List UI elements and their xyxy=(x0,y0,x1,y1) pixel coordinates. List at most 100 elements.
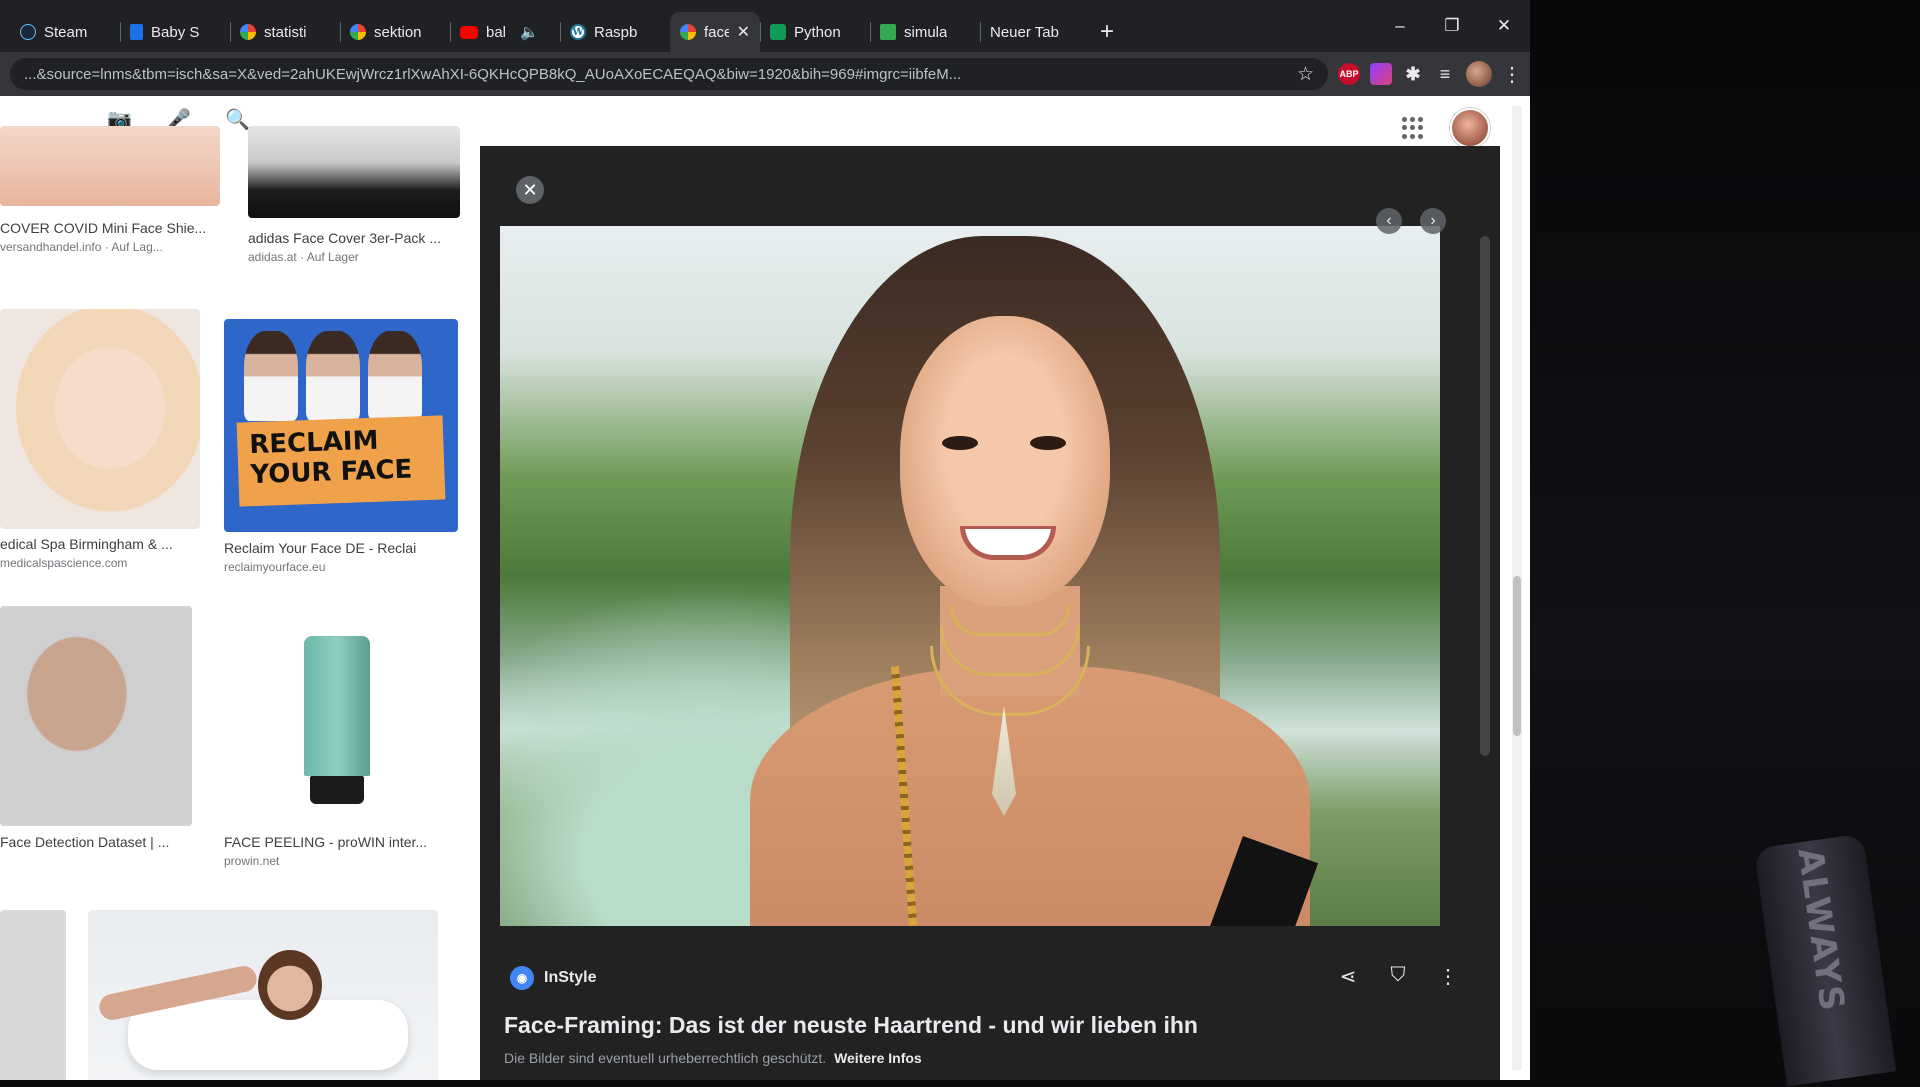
tab-label: Raspb xyxy=(594,23,638,41)
thumbnail-title[interactable]: adidas Face Cover 3er-Pack ... xyxy=(248,230,460,246)
steam-icon xyxy=(20,24,36,40)
adblock-icon[interactable]: ABP xyxy=(1338,63,1360,85)
url-text: ...&source=lnms&tbm=isch&sa=X&ved=2ahUKE… xyxy=(24,65,962,83)
source-name[interactable]: InStyle xyxy=(544,969,596,987)
reclaim-sign: RECLAIM YOUR FACE xyxy=(236,415,446,507)
extension-icon[interactable] xyxy=(1370,63,1392,85)
restore-button[interactable]: ❐ xyxy=(1426,16,1478,36)
thumbnail-face-shield[interactable] xyxy=(0,126,220,206)
bookmark-icon[interactable]: ⛉ xyxy=(1386,964,1410,989)
tab-statistik[interactable]: statisti xyxy=(230,12,340,52)
thumbnail-caption: COVER COVID Mini Face Shie... versandhan… xyxy=(0,220,220,254)
cable-object: ALWAYS xyxy=(1753,833,1897,1087)
google-icon xyxy=(680,24,696,40)
tab-label: face xyxy=(704,23,729,41)
thumbnail-medical-spa[interactable] xyxy=(0,309,200,529)
thumbnail-reclaim-your-face[interactable]: RECLAIM YOUR FACE xyxy=(224,319,458,532)
thumbnail-title[interactable]: COVER COVID Mini Face Shie... xyxy=(0,220,220,236)
tab-label: statisti xyxy=(264,23,307,41)
thumbnail-partial[interactable] xyxy=(0,910,66,1080)
close-icon[interactable]: ✕ xyxy=(516,176,544,204)
speaker-icon: 🔈 xyxy=(520,24,539,41)
sim-icon xyxy=(880,24,896,40)
tab-steam[interactable]: Steam xyxy=(10,12,120,52)
doc-icon xyxy=(130,24,143,40)
tab-simulation[interactable]: simula xyxy=(870,12,980,52)
thumbnail-title[interactable]: FACE PEELING - proWIN inter... xyxy=(224,834,464,850)
thumbnail-title[interactable]: Face Detection Dataset | ... xyxy=(0,834,192,850)
image-preview-panel: ✕ ‹ › ◉ InStyle ⋖ ⛉ ⋮ Face-Framing: Das … xyxy=(480,146,1500,1080)
tab-label: bal xyxy=(486,23,507,41)
thumbnail-caption: adidas Face Cover 3er-Pack ... adidas.at… xyxy=(248,230,460,264)
left-eye xyxy=(942,436,978,450)
share-icon[interactable]: ⋖ xyxy=(1336,964,1360,989)
tab-label: Neuer Tab xyxy=(990,23,1059,41)
tab-baby[interactable]: Baby S xyxy=(120,12,230,52)
thumbnail-source: medicalspascience.com xyxy=(0,556,128,570)
right-eye xyxy=(1030,436,1066,450)
protesters-image xyxy=(244,331,444,421)
scroll-thumb[interactable] xyxy=(1513,576,1521,736)
preview-actions: ⋖ ⛉ ⋮ xyxy=(1336,964,1460,989)
thumbnail-caption: FACE PEELING - proWIN inter... prowin.ne… xyxy=(224,834,464,868)
product-tube xyxy=(304,636,370,776)
tab-youtube[interactable]: bal 🔈 xyxy=(450,12,560,52)
thumbnail-face-peeling[interactable] xyxy=(224,606,458,822)
thumbnail-sleeping-woman[interactable] xyxy=(88,910,438,1080)
globe-icon: ◉ xyxy=(510,966,534,990)
image-title[interactable]: Face-Framing: Das ist der neuste Haartre… xyxy=(504,1012,1198,1039)
thumbnail-source: reclaimyourface.eu xyxy=(224,560,326,574)
page-scrollbar[interactable] xyxy=(1512,106,1522,1070)
address-bar[interactable]: ...&source=lnms&tbm=isch&sa=X&ved=2ahUKE… xyxy=(10,58,1328,90)
head-image xyxy=(258,950,322,1020)
monitor-screen: Steam Baby S statisti sektion bal 🔈 W Rasp… xyxy=(0,0,1530,1080)
google-icon xyxy=(240,24,256,40)
preview-image[interactable] xyxy=(500,226,1440,926)
reclaim-line2: YOUR FACE xyxy=(249,454,413,491)
dark-background: ALWAYS xyxy=(1530,0,1920,1087)
google-icon xyxy=(350,24,366,40)
puzzle-icon[interactable]: ✱ xyxy=(1402,63,1424,85)
more-info-link[interactable]: Weitere Infos xyxy=(834,1050,922,1066)
avatar[interactable] xyxy=(1450,108,1490,148)
tab-sektion[interactable]: sektion xyxy=(340,12,450,52)
bookmark-star-icon[interactable]: ☆ xyxy=(1297,63,1314,86)
tab-python[interactable]: Python xyxy=(760,12,870,52)
thumbnail-source: versandhandel.info · Auf Lag... xyxy=(0,240,163,254)
profile-avatar-icon[interactable] xyxy=(1466,61,1492,87)
minimize-button[interactable]: – xyxy=(1374,16,1426,36)
close-window-button[interactable]: ✕ xyxy=(1478,16,1530,36)
results-grid: COVER COVID Mini Face Shie... versandhan… xyxy=(0,126,470,1080)
youtube-icon xyxy=(460,25,478,39)
preview-scrollbar[interactable] xyxy=(1480,236,1490,756)
chevron-right-icon[interactable]: › xyxy=(1420,208,1446,234)
thumbnail-title[interactable]: Reclaim Your Face DE - Reclai xyxy=(224,540,464,556)
product-tube-cap xyxy=(310,776,364,804)
thumbnail-source: prowin.net xyxy=(224,854,280,868)
thumbnail-caption: Face Detection Dataset | ... xyxy=(0,834,192,854)
more-options-icon[interactable]: ⋮ xyxy=(1436,964,1460,989)
tab-label: Python xyxy=(794,23,841,41)
python-icon xyxy=(770,24,786,40)
copyright-notice: Die Bilder sind eventuell urheberrechtli… xyxy=(504,1050,922,1066)
thumbnail-caption: Reclaim Your Face DE - Reclai reclaimyou… xyxy=(224,540,464,574)
thumbnail-title[interactable]: edical Spa Birmingham & ... xyxy=(0,536,200,552)
apps-grid-icon[interactable] xyxy=(1402,117,1424,139)
media-icon[interactable]: ≡ xyxy=(1434,63,1456,85)
tab-face[interactable]: face ✕ xyxy=(670,12,760,52)
tab-label: Steam xyxy=(44,23,88,41)
tab-strip: Steam Baby S statisti sektion bal 🔈 W Rasp… xyxy=(0,0,1530,52)
chevron-left-icon[interactable]: ‹ xyxy=(1376,208,1402,234)
smile xyxy=(960,526,1056,560)
copyright-text: Die Bilder sind eventuell urheberrechtli… xyxy=(504,1050,827,1066)
tab-raspberry[interactable]: W Raspb xyxy=(560,12,670,52)
thumbnail-adidas-mask[interactable] xyxy=(248,126,460,218)
browser-menu-icon[interactable]: ⋮ xyxy=(1502,62,1522,87)
source-row[interactable]: ◉ InStyle xyxy=(510,966,596,990)
close-tab-icon[interactable]: ✕ xyxy=(737,22,750,42)
tab-new[interactable]: Neuer Tab xyxy=(980,12,1090,52)
tab-label: sektion xyxy=(374,23,422,41)
tab-label: Baby S xyxy=(151,23,200,41)
thumbnail-face-detection[interactable] xyxy=(0,606,192,826)
new-tab-button[interactable]: + xyxy=(1090,12,1124,52)
